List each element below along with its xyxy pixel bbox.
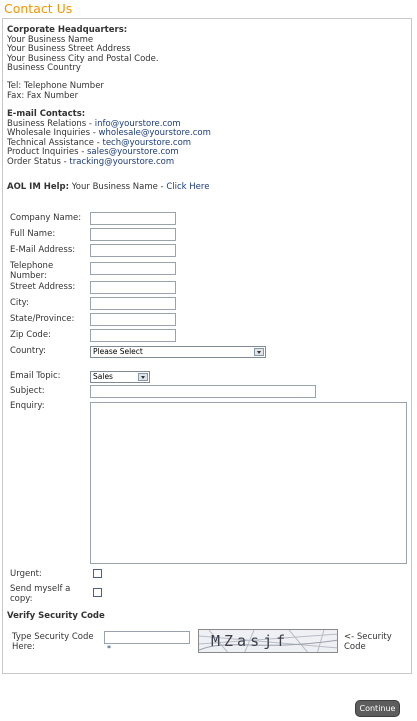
captcha-text: MZasjf bbox=[211, 632, 290, 650]
telephone-label: Telephone Number: bbox=[10, 261, 53, 281]
country-select[interactable]: Please Select bbox=[90, 346, 266, 358]
email-topic-select[interactable]: Sales bbox=[90, 371, 150, 383]
subject-input[interactable] bbox=[90, 385, 316, 398]
enquiry-textarea[interactable] bbox=[90, 402, 407, 564]
email-input[interactable] bbox=[90, 244, 176, 257]
phone-block: Tel: Telephone Number Fax: Fax Number bbox=[7, 81, 104, 101]
email-link-tracking[interactable]: tracking@yourstore.com bbox=[69, 157, 174, 167]
zip-input[interactable] bbox=[90, 329, 176, 342]
company-name-label: Company Name: bbox=[10, 213, 82, 223]
security-code-label-line: Here: bbox=[12, 641, 36, 652]
company-name-input[interactable] bbox=[90, 212, 176, 225]
state-input[interactable] bbox=[90, 313, 176, 326]
email-contact-row: Order Status - tracking@yourstore.com bbox=[7, 156, 211, 168]
email-contacts-block: E-mail Contacts: Business Relations - in… bbox=[7, 109, 211, 168]
email-contact-label: Wholesale Inquiries - bbox=[7, 128, 99, 139]
email-topic-label: Email Topic: bbox=[10, 371, 61, 381]
security-heading: Verify Security Code bbox=[7, 611, 105, 621]
aol-click-here-link[interactable]: Click Here bbox=[166, 182, 209, 192]
required-marker: * bbox=[107, 644, 111, 653]
state-label: State/Province: bbox=[10, 314, 75, 324]
telephone-label-line: Number: bbox=[10, 270, 47, 281]
captcha-image: MZasjf bbox=[198, 629, 338, 653]
hq-line: Business Country bbox=[7, 63, 81, 74]
email-topic-value: Sales bbox=[93, 372, 113, 381]
full-name-label: Full Name: bbox=[10, 229, 56, 239]
zip-label: Zip Code: bbox=[10, 330, 51, 340]
city-input[interactable] bbox=[90, 297, 176, 310]
send-copy-checkbox[interactable] bbox=[93, 588, 102, 597]
security-code-input[interactable] bbox=[104, 631, 190, 644]
urgent-checkbox[interactable] bbox=[93, 569, 102, 578]
chevron-down-icon bbox=[254, 348, 264, 356]
full-name-input[interactable] bbox=[90, 228, 176, 241]
chevron-down-icon bbox=[138, 373, 148, 381]
enquiry-label: Enquiry: bbox=[10, 401, 45, 411]
email-contact-label: Product Inquiries - bbox=[7, 147, 87, 158]
city-label: City: bbox=[10, 298, 29, 308]
email-contact-label: Technical Assistance - bbox=[7, 137, 103, 148]
aol-label: AOL IM Help: bbox=[7, 182, 70, 192]
security-hint-line: Code bbox=[344, 641, 366, 652]
country-label: Country: bbox=[10, 346, 47, 356]
email-contact-label: Business Relations - bbox=[7, 118, 95, 129]
email-link-wholesale[interactable]: wholesale@yourstore.com bbox=[99, 128, 211, 138]
aol-name: Your Business Name - bbox=[69, 182, 167, 192]
aol-help: AOL IM Help: Your Business Name - Click … bbox=[7, 182, 209, 193]
security-code-label: Type Security Code Here: bbox=[12, 632, 94, 652]
email-link-info[interactable]: info@yourstore.com bbox=[95, 119, 181, 129]
continue-button[interactable]: Continue bbox=[355, 700, 400, 717]
country-select-value: Please Select bbox=[93, 347, 143, 356]
telephone-input[interactable] bbox=[90, 262, 176, 275]
urgent-label: Urgent: bbox=[10, 569, 42, 579]
subject-label: Subject: bbox=[10, 386, 45, 396]
email-label: E-Mail Address: bbox=[10, 245, 76, 255]
street-label: Street Address: bbox=[10, 282, 76, 292]
fax-text: Fax: Fax Number bbox=[7, 90, 79, 101]
email-link-tech[interactable]: tech@yourstore.com bbox=[103, 138, 192, 148]
email-link-sales[interactable]: sales@yourstore.com bbox=[87, 147, 179, 158]
security-hint: <- Security Code bbox=[344, 632, 392, 652]
send-copy-label-line: copy: bbox=[10, 593, 33, 604]
email-contact-label: Order Status - bbox=[7, 156, 70, 167]
page-title: Contact Us bbox=[4, 1, 73, 16]
send-copy-label: Send myself a copy: bbox=[10, 584, 70, 604]
street-input[interactable] bbox=[90, 281, 176, 294]
hq-block: Corporate Headquarters: Your Business Na… bbox=[7, 25, 159, 74]
